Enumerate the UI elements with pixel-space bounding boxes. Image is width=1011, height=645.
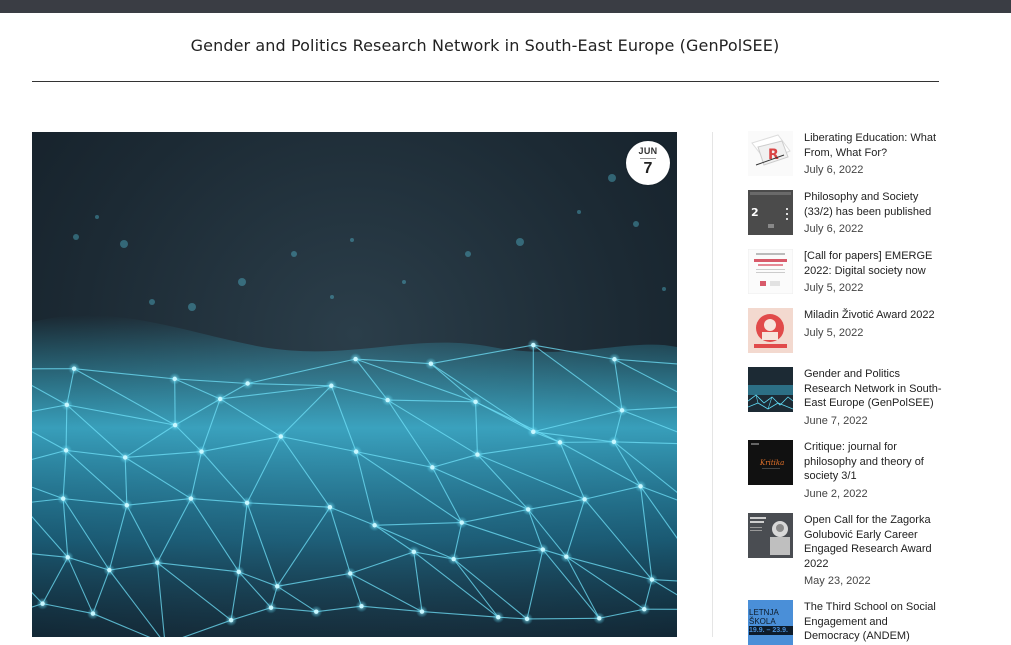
date-month: JUN xyxy=(626,146,670,156)
journal-cover-thumbnail[interactable]: 2 xyxy=(748,190,793,235)
sidebar-post-title[interactable]: Open Call for the Zagorka Golubović Earl… xyxy=(804,513,942,571)
featured-image[interactable] xyxy=(32,132,677,637)
sidebar-post-title[interactable]: [Call for papers] EMERGE 2022: Digital s… xyxy=(804,249,942,278)
top-bar xyxy=(0,0,1011,13)
date-separator xyxy=(640,158,656,159)
title-divider xyxy=(32,81,939,82)
date-badge: JUN 7 xyxy=(626,141,670,185)
date-day: 7 xyxy=(626,160,670,177)
sidebar-post-title[interactable]: Philosophy and Society (33/2) has been p… xyxy=(804,190,942,219)
sidebar-post-date: July 5, 2022 xyxy=(804,327,942,339)
sidebar-divider xyxy=(712,132,713,637)
school-poster-icon: LETNJA ŠKOLA 19.9. – 23.9. xyxy=(748,600,793,635)
conference-poster-thumbnail[interactable] xyxy=(748,249,793,294)
sidebar-post-date: June 2, 2022 xyxy=(804,488,942,500)
sidebar-post-date: June 7, 2022 xyxy=(804,415,942,427)
network-mesh-image xyxy=(32,132,677,637)
award-poster-thumbnail[interactable] xyxy=(748,308,793,353)
journal-cover-icon: 2 xyxy=(748,190,793,235)
sidebar-post-date: July 5, 2022 xyxy=(804,282,942,294)
sidebar-post-title[interactable]: Critique: journal for philosophy and the… xyxy=(804,440,942,484)
portrait-poster-thumbnail[interactable] xyxy=(748,513,793,558)
sidebar-post-date: May 23, 2022 xyxy=(804,575,942,587)
svg-text:2: 2 xyxy=(751,206,759,219)
sidebar-post-date: July 6, 2022 xyxy=(804,164,942,176)
sidebar-post-title[interactable]: Gender and Politics Research Network in … xyxy=(804,367,942,411)
award-poster-icon xyxy=(748,308,793,353)
sidebar-post-date: July 6, 2022 xyxy=(804,223,942,235)
svg-text:Kritika: Kritika xyxy=(759,459,784,467)
book-cover-thumbnail[interactable]: R xyxy=(748,131,793,176)
sidebar-post-title[interactable]: Miladin Životić Award 2022 xyxy=(804,308,942,323)
page-title: Gender and Politics Research Network in … xyxy=(0,36,970,55)
network-mesh-icon xyxy=(748,367,793,412)
portrait-poster-icon xyxy=(748,513,793,558)
school-poster-text-1: LETNJA xyxy=(749,608,793,617)
school-poster-thumbnail[interactable]: LETNJA ŠKOLA 19.9. – 23.9. xyxy=(748,600,793,645)
critique-cover-thumbnail[interactable]: Kritika xyxy=(748,440,793,485)
sidebar-post-title[interactable]: The Third School on Social Engagement an… xyxy=(804,600,942,644)
network-mesh-thumbnail[interactable] xyxy=(748,367,793,412)
school-poster-text-3: 19.9. – 23.9. xyxy=(749,626,793,635)
book-cover-icon: R xyxy=(748,131,793,176)
critique-cover-icon: Kritika xyxy=(748,440,793,485)
school-poster-text-2: ŠKOLA xyxy=(749,617,793,626)
sidebar-post-title[interactable]: Liberating Education: What From, What Fo… xyxy=(804,131,942,160)
conference-poster-icon xyxy=(748,249,793,294)
